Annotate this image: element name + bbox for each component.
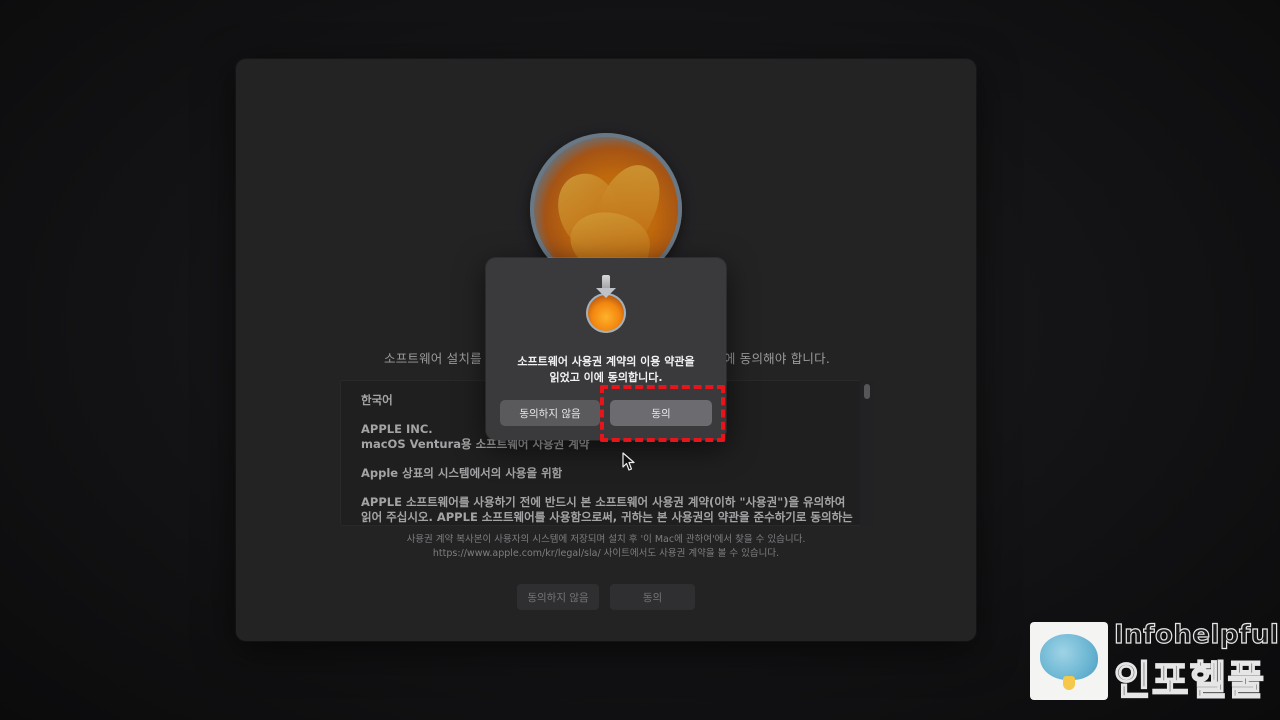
highlight-annotation (600, 385, 725, 442)
dialog-disagree-button[interactable]: 동의하지 않음 (500, 400, 600, 426)
watermark-brand-ko: 인포헬풀 (1113, 657, 1266, 705)
installer-icon (584, 275, 628, 333)
dialog-message-line1: 소프트웨어 사용권 계약의 이용 약관을 (517, 355, 695, 368)
watermark-brand-en: Infohelpful (1113, 619, 1280, 650)
lightbulb-icon (1063, 676, 1075, 690)
dialog-message-line2: 읽었고 이에 동의합니다. (549, 371, 663, 384)
dialog-message: 소프트웨어 사용권 계약의 이용 약관을 읽었고 이에 동의합니다. (486, 354, 726, 386)
watermark-logo (1030, 622, 1108, 700)
brain-icon (1040, 634, 1098, 680)
mouse-cursor-icon (622, 452, 635, 471)
